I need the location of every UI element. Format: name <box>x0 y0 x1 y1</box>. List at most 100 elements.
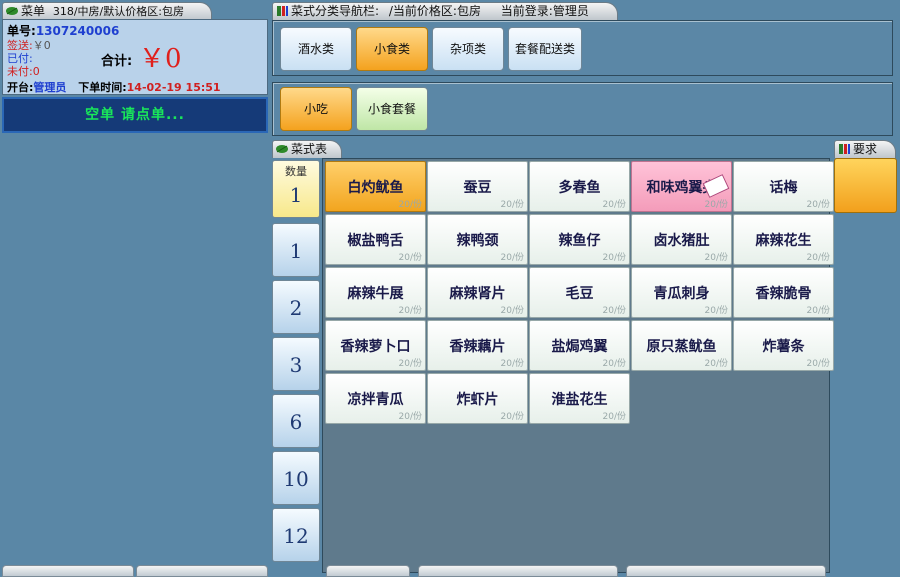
menu-tab: 菜式表 <box>272 140 342 158</box>
dish-name: 青瓜刺身 <box>653 286 710 302</box>
qty-button-12[interactable]: 12 <box>272 508 320 562</box>
dish-price: 20/份 <box>704 306 729 316</box>
nav-tab-label: 菜式分类导航栏: <box>291 4 380 18</box>
category-snacks[interactable]: 小食类 <box>356 27 428 71</box>
dish-price: 20/份 <box>398 359 423 369</box>
leaf-icon <box>6 7 18 15</box>
dish-button[interactable]: 青瓜刺身 20/份 <box>631 267 732 318</box>
dish-name: 麻辣牛展 <box>347 286 404 302</box>
dish-price: 20/份 <box>500 412 525 422</box>
dish-name: 炸虾片 <box>456 392 499 408</box>
dish-price: 20/份 <box>398 412 423 422</box>
status-message: 空单 请点单... <box>2 97 268 133</box>
requirements-tab-label: 要求 <box>853 142 878 156</box>
dish-price: 20/份 <box>806 306 831 316</box>
dish-button[interactable]: 香辣藕片 20/份 <box>427 320 528 371</box>
qty-button-10[interactable]: 10 <box>272 451 320 505</box>
dish-button[interactable]: 毛豆 20/份 <box>529 267 630 318</box>
dish-button[interactable]: 多春鱼 20/份 <box>529 161 630 212</box>
open-row: 开台:管理员 下单时间:14-02-19 15:51 <box>7 81 221 94</box>
qty-current-value: 1 <box>289 183 303 207</box>
dish-button[interactable]: 蚕豆 20/份 <box>427 161 528 212</box>
dish-button[interactable]: 炸薯条 20/份 <box>733 320 834 371</box>
dish-name: 盐焗鸡翼 <box>551 339 608 355</box>
dish-name: 多春鱼 <box>558 180 601 196</box>
dish-name: 话梅 <box>769 180 798 196</box>
dish-button[interactable]: 辣鱼仔 20/份 <box>529 214 630 265</box>
dish-name: 辣鸭颈 <box>456 233 499 249</box>
dish-name: 辣鱼仔 <box>558 233 601 249</box>
dish-price: 20/份 <box>500 359 525 369</box>
qty-current[interactable]: 数量 1 <box>272 160 320 218</box>
dish-price: 20/份 <box>806 359 831 369</box>
dish-price: 20/份 <box>704 253 729 263</box>
dish-name: 麻辣花生 <box>755 233 812 249</box>
dish-price: 20/份 <box>602 359 627 369</box>
requirements-tab: 要求 <box>834 140 896 158</box>
dish-button[interactable]: 淮盐花生 20/份 <box>529 373 630 424</box>
order-number: 1307240006 <box>35 24 120 38</box>
left-bottom-button-1[interactable] <box>2 565 134 577</box>
subcategory-snack-set[interactable]: 小食套餐 <box>356 87 428 131</box>
nav-icon <box>839 144 850 154</box>
dish-button[interactable]: 香辣萝卜口 20/份 <box>325 320 426 371</box>
dish-name: 白灼鱿鱼 <box>347 180 404 196</box>
qty-button-3[interactable]: 3 <box>272 337 320 391</box>
order-time: 14-02-19 15:51 <box>126 81 221 94</box>
dish-button[interactable]: 辣鸭颈 20/份 <box>427 214 528 265</box>
dish-price: 20/份 <box>602 253 627 263</box>
dish-button[interactable]: 麻辣牛展 20/份 <box>325 267 426 318</box>
dish-price: 20/份 <box>500 306 525 316</box>
category-set-meals[interactable]: 套餐配送类 <box>508 27 582 71</box>
dish-price: 20/份 <box>398 306 423 316</box>
nav-icon <box>277 6 288 16</box>
dish-name: 香辣藕片 <box>449 339 506 355</box>
dish-button[interactable]: 白灼鱿鱼 20/份 <box>325 161 426 212</box>
dish-name: 凉拌青瓜 <box>347 392 404 408</box>
nav-tab: 菜式分类导航栏: /当前价格区:包房 当前登录:管理员 <box>272 2 618 20</box>
dish-name: 香辣脆骨 <box>755 286 812 302</box>
dish-name: 毛豆 <box>565 286 594 302</box>
qty-button-6[interactable]: 6 <box>272 394 320 448</box>
dish-name: 椒盐鸭舌 <box>347 233 404 249</box>
dish-button[interactable]: 盐焗鸡翼 20/份 <box>529 320 630 371</box>
qty-header: 数量 <box>285 165 307 178</box>
dish-name: 淮盐花生 <box>551 392 608 408</box>
dish-name: 卤水猪肚 <box>653 233 710 249</box>
dish-button[interactable]: 原只蒸鱿鱼 20/份 <box>631 320 732 371</box>
order-tab-label: 菜单 <box>21 4 46 18</box>
qty-button-1[interactable]: 1 <box>272 223 320 277</box>
dish-button[interactable]: 椒盐鸭舌 20/份 <box>325 214 426 265</box>
order-info-panel: 单号:1307240006 签送:￥0 已付: 未付:0 合计: ￥0 开台:管… <box>2 19 268 95</box>
price-zone: /当前价格区:包房 <box>388 4 481 18</box>
bottom-button-3[interactable] <box>626 565 826 577</box>
dish-button[interactable]: 炸虾片 20/份 <box>427 373 528 424</box>
dish-button[interactable]: 和味鸡翼尖 20/份 <box>631 161 732 212</box>
dish-name: 原只蒸鱿鱼 <box>646 339 717 355</box>
login-info: 当前登录:管理员 <box>500 4 589 18</box>
dish-name: 麻辣肾片 <box>449 286 506 302</box>
total-value: ￥0 <box>139 44 182 74</box>
dish-price: 20/份 <box>704 200 729 210</box>
dish-price: 20/份 <box>500 200 525 210</box>
dish-price: 20/份 <box>602 306 627 316</box>
qty-button-2[interactable]: 2 <box>272 280 320 334</box>
dish-price: 20/份 <box>398 200 423 210</box>
dish-price: 20/份 <box>500 253 525 263</box>
dish-button[interactable]: 香辣脆骨 20/份 <box>733 267 834 318</box>
order-tab: 菜单 318/中房/默认价格区:包房 <box>2 2 212 20</box>
category-drinks[interactable]: 酒水类 <box>280 27 352 71</box>
subcategory-snack[interactable]: 小吃 <box>280 87 352 131</box>
bottom-button-1[interactable] <box>326 565 410 577</box>
category-misc[interactable]: 杂项类 <box>432 27 504 71</box>
left-bottom-button-2[interactable] <box>136 565 268 577</box>
dish-button[interactable]: 麻辣花生 20/份 <box>733 214 834 265</box>
dish-button[interactable]: 凉拌青瓜 20/份 <box>325 373 426 424</box>
room-info: 318/中房/默认价格区:包房 <box>52 5 184 18</box>
bottom-button-2[interactable] <box>418 565 618 577</box>
open-user: 管理员 <box>33 81 67 94</box>
dish-button[interactable]: 话梅 20/份 <box>733 161 834 212</box>
dish-button[interactable]: 卤水猪肚 20/份 <box>631 214 732 265</box>
dish-button[interactable]: 麻辣肾片 20/份 <box>427 267 528 318</box>
requirement-button[interactable] <box>834 158 897 213</box>
